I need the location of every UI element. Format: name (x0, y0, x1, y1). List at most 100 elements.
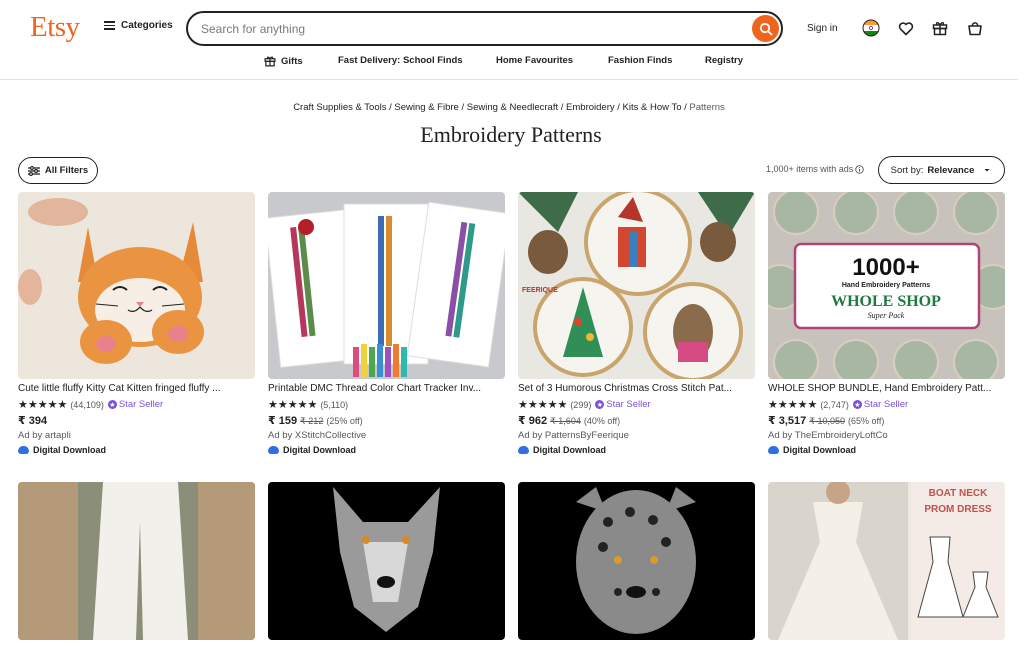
star-seller-badge: ★ Star Seller (107, 399, 164, 410)
subnav-item-gifts[interactable]: Gifts (264, 55, 303, 67)
shop-name[interactable]: Ad by artapli (18, 430, 255, 441)
product-title[interactable]: Printable DMC Thread Color Chart Tracker… (268, 383, 505, 394)
review-count: (299) (570, 399, 592, 410)
boat-neck-line-1: BOAT NECK (929, 488, 988, 499)
product-title[interactable]: Cute little fluffy Kitty Cat Kitten frin… (18, 383, 255, 394)
discount: (25% off) (326, 416, 363, 426)
product-price: ₹ 159 ₹ 212 (25% off) (268, 415, 363, 427)
product-rating: ★★★★★ (299) ★ Star Seller (518, 398, 755, 411)
review-count: (5,110) (320, 399, 349, 410)
shop-name[interactable]: Ad by XStitchCollective (268, 430, 505, 441)
digital-download-badge: Digital Download (268, 445, 505, 455)
discount: (65% off) (848, 416, 885, 426)
product-image[interactable] (268, 192, 505, 379)
original-price: ₹ 212 (300, 416, 324, 426)
breadcrumb-item[interactable]: Kits & How To (623, 102, 682, 113)
all-filters-button[interactable]: All Filters (18, 157, 98, 184)
subnav-item-fashion-finds[interactable]: Fashion Finds (608, 55, 672, 66)
bag-icon (968, 22, 982, 36)
breadcrumb-item[interactable]: Sewing & Needlecraft (467, 102, 558, 113)
star-seller-icon: ★ (107, 400, 117, 409)
feerique-text: FEERIQUE (522, 287, 558, 294)
product-rating: ★★★★★ (5,110) (268, 398, 505, 411)
results-count: 1,000+ items with ads (766, 164, 865, 174)
whole-shop-count: 1000+ (852, 254, 919, 281)
product-price: ₹ 3,517 ₹ 10,050 (65% off) (768, 415, 885, 427)
product-title[interactable]: Set of 3 Humorous Christmas Cross Stitch… (518, 383, 755, 394)
categories-label: Categories (121, 20, 173, 31)
etsy-logo[interactable]: Etsy (30, 11, 80, 44)
india-flag-icon (862, 19, 880, 37)
review-count: (2,747) (820, 399, 849, 410)
boat-neck-line-2: PROM DRESS (924, 504, 992, 515)
search-icon (759, 22, 772, 35)
subnav-item-home-favourites[interactable]: Home Favourites (496, 55, 573, 66)
rating-stars: ★★★★★ (18, 399, 68, 411)
shop-name[interactable]: Ad by TheEmbroideryLoftCo (768, 430, 1005, 441)
sign-in-link[interactable]: Sign in (807, 23, 838, 34)
page-title: Embroidery Patterns (420, 122, 602, 147)
digital-download-badge: Digital Download (18, 445, 255, 455)
favorites-button[interactable] (897, 19, 915, 37)
gift-icon (264, 56, 276, 67)
digital-download-badge: Digital Download (518, 445, 755, 455)
subnav-label: Registry (705, 55, 744, 66)
product-title[interactable]: WHOLE SHOP BUNDLE, Hand Embroidery Patt.… (768, 383, 1005, 394)
subnav-label: Home Favourites (496, 55, 574, 66)
breadcrumb: Craft Supplies & Tools / Sewing & Fibre … (293, 102, 725, 113)
cloud-download-icon (768, 446, 779, 454)
breadcrumb-item[interactable]: Sewing & Fibre (394, 102, 458, 113)
caret-down-icon (984, 169, 990, 172)
product-rating: ★★★★★ (44,109) ★ Star Seller (18, 398, 255, 411)
subnav-label: Fast Delivery: School Finds (338, 55, 463, 66)
product-rating: ★★★★★ (2,747) ★ Star Seller (768, 398, 1005, 411)
search-input[interactable] (201, 20, 741, 38)
cloud-download-icon (518, 446, 529, 454)
site-header: Etsy Categories Sign in (0, 0, 1018, 80)
rating-stars: ★★★★★ (268, 399, 318, 411)
subnav-item-registry[interactable]: Registry (705, 55, 743, 66)
breadcrumb-current: Patterns (689, 102, 725, 113)
categories-button[interactable]: Categories (104, 20, 173, 31)
shop-name[interactable]: Ad by PatternsByFeerique (518, 430, 755, 441)
region-button[interactable] (862, 19, 880, 37)
product-image[interactable]: BOAT NECK PROM DRESS (768, 482, 1005, 640)
star-seller-icon: ★ (852, 400, 862, 409)
subnav-label: Fashion Finds (608, 55, 673, 66)
subnav-item-fast-delivery[interactable]: Fast Delivery: School Finds (338, 55, 463, 66)
product-image[interactable] (18, 482, 255, 640)
info-icon[interactable] (855, 164, 865, 174)
cloud-download-icon (18, 446, 29, 454)
product-price: ₹ 394 (18, 415, 48, 427)
review-count: (44,109) (70, 399, 104, 410)
product-card[interactable]: Cute little fluffy Kitty Cat Kitten frin… (18, 192, 255, 455)
product-card[interactable]: FEERIQUE Set of 3 Humorous Christmas Cro… (518, 192, 755, 455)
search-button[interactable] (752, 15, 779, 42)
rating-stars: ★★★★★ (518, 399, 568, 411)
sort-value: Relevance (927, 164, 975, 176)
star-seller-icon: ★ (595, 400, 605, 409)
original-price: ₹ 1,604 (550, 416, 581, 426)
breadcrumb-item[interactable]: Embroidery (566, 102, 615, 113)
product-image[interactable]: 1000+ Hand Embroidery Patterns WHOLE SHO… (768, 192, 1005, 379)
product-image[interactable] (518, 482, 755, 640)
all-filters-label: All Filters (44, 165, 89, 176)
product-image[interactable] (18, 192, 255, 379)
product-card[interactable]: 1000+ Hand Embroidery Patterns WHOLE SHO… (768, 192, 1005, 455)
hamburger-icon (104, 21, 115, 30)
cart-button[interactable] (966, 19, 984, 37)
heart-icon (898, 21, 914, 35)
digital-download-badge: Digital Download (768, 445, 1005, 455)
gift-icon (932, 22, 948, 36)
product-image[interactable] (268, 482, 505, 640)
whole-shop-pack: Super Pack (868, 311, 905, 320)
product-image[interactable]: FEERIQUE (518, 192, 755, 379)
filters-icon (27, 165, 40, 176)
product-card[interactable]: Printable DMC Thread Color Chart Tracker… (268, 192, 505, 455)
discount: (40% off) (583, 416, 621, 426)
sort-dropdown[interactable]: Sort by: Relevance (878, 156, 1005, 184)
gifts-button[interactable] (931, 19, 949, 37)
star-seller-badge: ★ Star Seller (852, 399, 909, 410)
search-bar (186, 11, 783, 46)
breadcrumb-item[interactable]: Craft Supplies & Tools (293, 102, 386, 113)
